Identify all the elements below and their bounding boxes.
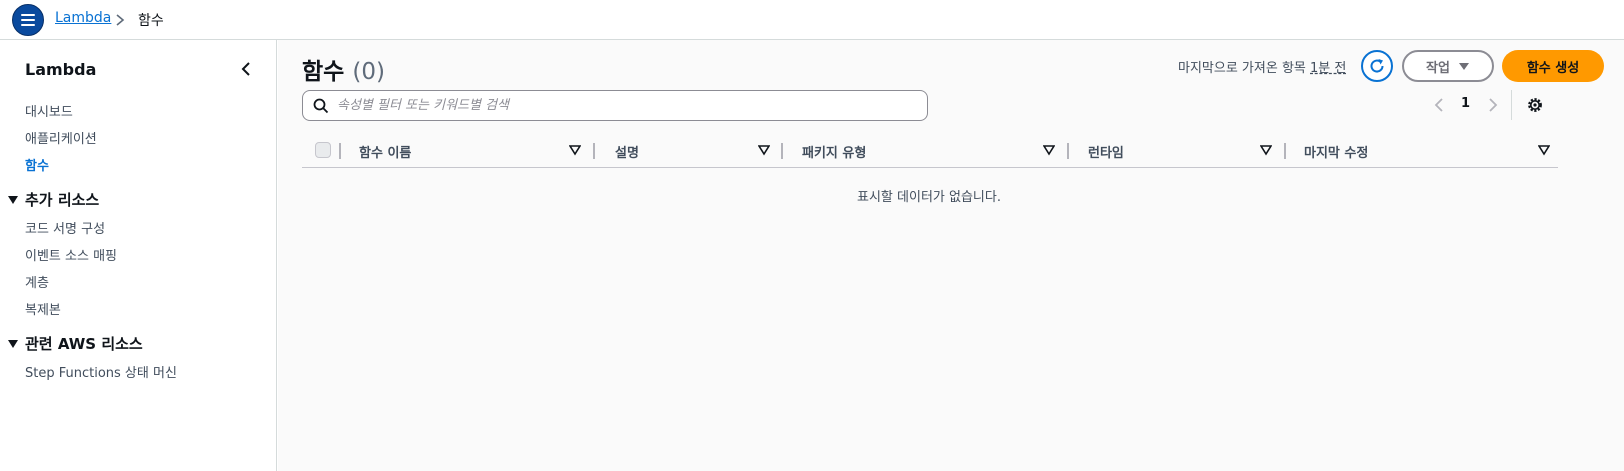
caret-down-icon: [8, 195, 18, 204]
column-separator: [339, 143, 341, 159]
hamburger-icon: [21, 14, 35, 26]
sidebar-section-label: 관련 AWS 리소스: [25, 335, 143, 353]
breadcrumb-lambda-link[interactable]: Lambda: [55, 10, 111, 26]
refresh-button[interactable]: [1361, 50, 1393, 82]
sidebar-title: Lambda: [25, 60, 97, 79]
search-box[interactable]: [302, 90, 928, 121]
sidebar-item-layers[interactable]: 계층: [25, 272, 49, 291]
sidebar-item-step-functions[interactable]: Step Functions 상태 머신: [25, 362, 177, 381]
column-header-last-modified[interactable]: 마지막 수정: [1304, 142, 1368, 161]
sidebar-section-related-aws-resources[interactable]: 관련 AWS 리소스: [6, 333, 143, 354]
column-separator: [1284, 143, 1286, 159]
page-number[interactable]: 1: [1461, 96, 1470, 111]
column-header-package-type[interactable]: 패키지 유형: [802, 142, 866, 161]
search-icon: [313, 98, 329, 113]
sort-icon[interactable]: [1538, 144, 1550, 156]
sidebar-item-functions[interactable]: 함수: [25, 155, 49, 174]
actions-dropdown-button[interactable]: 작업: [1402, 50, 1494, 82]
sort-icon[interactable]: [1043, 144, 1055, 156]
breadcrumb-current: 함수: [138, 13, 164, 29]
empty-state-message: 표시할 데이터가 없습니다.: [857, 190, 1001, 205]
menu-button[interactable]: [12, 4, 44, 36]
column-separator: [593, 143, 595, 159]
column-header-description[interactable]: 설명: [615, 142, 639, 161]
sort-icon[interactable]: [758, 144, 770, 156]
chevron-right-icon[interactable]: [1487, 96, 1499, 114]
select-all-checkbox[interactable]: [315, 142, 331, 158]
sidebar-item-event-source-mapping[interactable]: 이벤트 소스 매핑: [25, 245, 117, 264]
last-fetched-prefix: 마지막으로 가져온 항목: [1178, 61, 1306, 76]
chevron-left-icon[interactable]: [239, 60, 253, 78]
chevron-right-icon: [116, 14, 125, 26]
sidebar-item-dashboard[interactable]: 대시보드: [25, 101, 73, 120]
table-header: 함수 이름 설명 패키지 유형 런타임 마지막 수정: [302, 136, 1558, 168]
top-bar: Lambda 함수: [0, 0, 1624, 40]
create-function-button[interactable]: 함수 생성: [1502, 50, 1604, 82]
caret-down-icon: [8, 339, 18, 348]
gear-icon[interactable]: [1526, 96, 1544, 114]
sidebar-item-code-signing[interactable]: 코드 서명 구성: [25, 218, 105, 237]
page-title: 함수 (0): [302, 52, 385, 86]
sidebar-item-replicas[interactable]: 복제본: [25, 299, 61, 318]
actions-label: 작업: [1426, 60, 1450, 76]
column-header-runtime[interactable]: 런타임: [1088, 142, 1124, 161]
column-separator: [781, 143, 783, 159]
page-title-text: 함수: [302, 59, 345, 85]
last-fetched-text: 마지막으로 가져온 항목 1분 전: [1178, 57, 1346, 76]
sidebar-item-applications[interactable]: 애플리케이션: [25, 128, 97, 147]
main-content: 함수 (0) 마지막으로 가져온 항목 1분 전 작업 함수 생성 1: [278, 40, 1624, 471]
divider: [1511, 90, 1512, 120]
sidebar-section-label: 추가 리소스: [25, 191, 100, 209]
sidebar-section-additional-resources[interactable]: 추가 리소스: [6, 189, 99, 210]
column-separator: [1067, 143, 1069, 159]
function-count: (0): [352, 59, 385, 85]
chevron-left-icon[interactable]: [1433, 96, 1445, 114]
column-header-function-name[interactable]: 함수 이름: [359, 142, 411, 161]
search-input[interactable]: [337, 98, 917, 113]
sidebar: Lambda 대시보드 애플리케이션 함수 추가 리소스 코드 서명 구성 이벤…: [0, 40, 277, 471]
refresh-icon: [1370, 59, 1384, 73]
sort-icon[interactable]: [569, 144, 581, 156]
caret-down-icon: [1458, 63, 1469, 70]
last-fetched-relative: 1분 전: [1310, 61, 1347, 76]
sort-icon[interactable]: [1260, 144, 1272, 156]
